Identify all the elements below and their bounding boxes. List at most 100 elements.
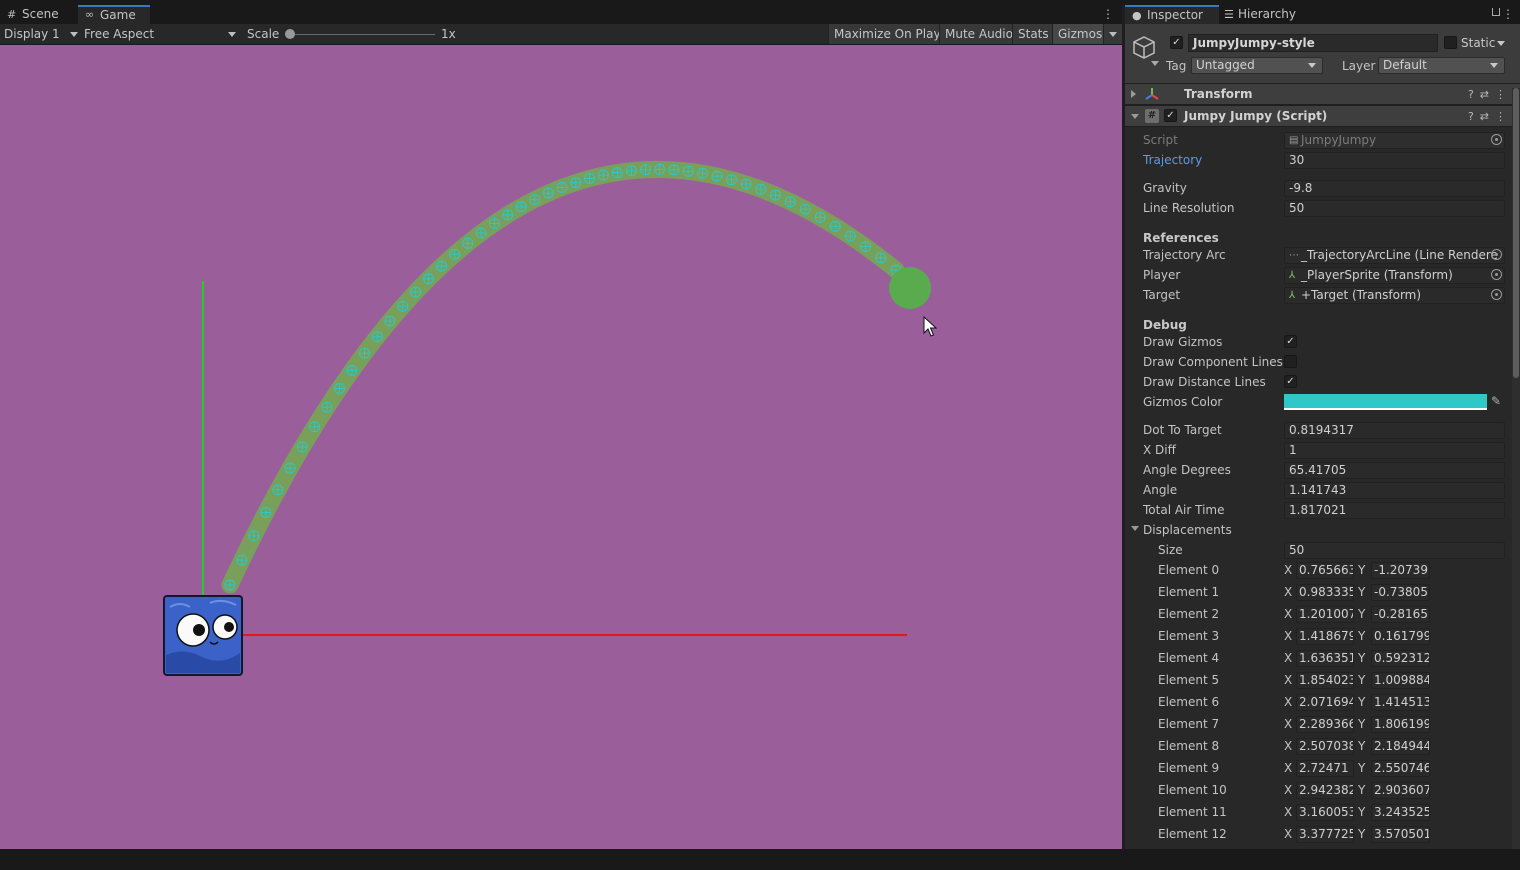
element-x[interactable]: X 1.636351	[1284, 650, 1354, 667]
displacements-foldout-icon[interactable]	[1131, 526, 1139, 531]
static-checkbox[interactable]	[1444, 36, 1457, 49]
element-x[interactable]: X 2.942382	[1284, 782, 1354, 799]
element-y-field[interactable]: -0.28165	[1371, 606, 1430, 623]
element-x-field[interactable]: 1.418679	[1296, 628, 1354, 645]
draw-gizmos-checkbox[interactable]: ✓	[1284, 335, 1297, 348]
element-x[interactable]: X 3.160053	[1284, 804, 1354, 821]
element-y-field[interactable]: 3.243525	[1371, 804, 1430, 821]
element-y[interactable]: Y 2.903607	[1358, 782, 1430, 799]
element-x[interactable]: X 2.507038	[1284, 738, 1354, 755]
object-active-checkbox[interactable]: ✓	[1170, 36, 1183, 49]
display-dropdown[interactable]: Display 1	[4, 24, 78, 44]
component-actions[interactable]: ?⇄⋮	[1468, 106, 1512, 127]
gravity-field[interactable]: -9.8	[1284, 180, 1505, 197]
element-y-field[interactable]: 1.806199	[1371, 716, 1430, 733]
draw-distance-lines-checkbox[interactable]: ✓	[1284, 375, 1297, 388]
layer-dropdown[interactable]: Default	[1378, 57, 1505, 74]
trajectory-field[interactable]: 30	[1284, 152, 1505, 169]
element-x-field[interactable]: 1.201007	[1296, 606, 1354, 623]
element-y[interactable]: Y 3.570501	[1358, 826, 1430, 843]
element-x-field[interactable]: 0.983335	[1296, 584, 1354, 601]
scrollbar-thumb[interactable]	[1513, 88, 1519, 378]
dot-to-target-field[interactable]: 0.8194317	[1284, 422, 1505, 439]
element-y[interactable]: Y 2.184944	[1358, 738, 1430, 755]
element-x-field[interactable]: 2.507038	[1296, 738, 1354, 755]
element-y-field[interactable]: 2.903607	[1371, 782, 1430, 799]
total-air-time-field[interactable]: 1.817021	[1284, 502, 1505, 519]
element-x-field[interactable]: 0.765663	[1296, 562, 1354, 579]
element-y-field[interactable]: 1.009884	[1371, 672, 1430, 689]
displacements-label[interactable]: Displacements	[1143, 520, 1232, 540]
element-y[interactable]: Y 1.009884	[1358, 672, 1430, 689]
transform-component-header[interactable]: Transform ?⇄⋮	[1125, 83, 1520, 105]
object-picker-icon[interactable]	[1491, 289, 1502, 300]
object-picker-icon[interactable]	[1491, 249, 1502, 260]
foldout-right-icon[interactable]	[1131, 90, 1136, 98]
angle-degrees-field[interactable]: 65.41705	[1284, 462, 1505, 479]
gizmos-button[interactable]: Gizmos	[1052, 24, 1103, 44]
element-x-field[interactable]: 3.160053	[1296, 804, 1354, 821]
element-y[interactable]: Y 3.243525	[1358, 804, 1430, 821]
tab-hierarchy[interactable]: ☰ Hierarchy	[1221, 5, 1321, 24]
eyedropper-icon[interactable]: ✎	[1491, 394, 1501, 408]
component-actions[interactable]: ?⇄⋮	[1468, 84, 1512, 105]
object-picker-icon[interactable]	[1491, 269, 1502, 280]
element-y[interactable]: Y 2.550746	[1358, 760, 1430, 777]
gizmos-dropdown[interactable]	[1103, 24, 1122, 44]
element-x[interactable]: X 1.418679	[1284, 628, 1354, 645]
angle-field[interactable]: 1.141743	[1284, 482, 1505, 499]
draw-component-lines-checkbox[interactable]	[1284, 355, 1297, 368]
element-y[interactable]: Y 0.161799	[1358, 628, 1430, 645]
x-diff-field[interactable]: 1	[1284, 442, 1505, 459]
trajectory-arc-field[interactable]: ⋯ _TrajectoryArcLine (Line Rendere	[1284, 247, 1505, 264]
element-x[interactable]: X 1.201007	[1284, 606, 1354, 623]
chevron-down-icon[interactable]	[1151, 61, 1159, 66]
scale-slider-handle[interactable]	[285, 29, 295, 39]
stats-button[interactable]: Stats	[1012, 24, 1054, 44]
foldout-down-icon[interactable]	[1131, 114, 1139, 119]
element-y[interactable]: Y 1.414513	[1358, 694, 1430, 711]
line-resolution-field[interactable]: 50	[1284, 200, 1505, 217]
target-field[interactable]: ⅄ +Target (Transform)	[1284, 287, 1505, 304]
element-x-field[interactable]: 1.854023	[1296, 672, 1354, 689]
element-y[interactable]: Y -0.28165	[1358, 606, 1430, 623]
player-field[interactable]: ⅄ _PlayerSprite (Transform)	[1284, 267, 1505, 284]
element-y-field[interactable]: 2.184944	[1371, 738, 1430, 755]
element-x[interactable]: X 3.377725	[1284, 826, 1354, 843]
element-y[interactable]: Y 0.592312	[1358, 650, 1430, 667]
tag-dropdown[interactable]: Untagged	[1191, 57, 1323, 74]
mute-audio-button[interactable]: Mute Audio	[939, 24, 1018, 44]
game-viewport[interactable]	[0, 45, 1122, 849]
gizmos-color-swatch[interactable]	[1284, 394, 1487, 410]
maximize-on-play-button[interactable]: Maximize On Play	[828, 24, 946, 44]
element-y-field[interactable]: 2.550746	[1371, 760, 1430, 777]
aspect-dropdown[interactable]: Free Aspect	[84, 24, 238, 44]
lock-icon[interactable]	[1492, 8, 1500, 16]
element-x[interactable]: X 2.071694	[1284, 694, 1354, 711]
tab-game[interactable]: ∞ Game	[78, 5, 150, 24]
inspector-scrollbar[interactable]	[1512, 88, 1520, 849]
element-x[interactable]: X 2.289366	[1284, 716, 1354, 733]
element-x-field[interactable]: 2.942382	[1296, 782, 1354, 799]
element-y-field[interactable]: 0.592312	[1371, 650, 1430, 667]
element-x[interactable]: X 0.983335	[1284, 584, 1354, 601]
element-y[interactable]: Y 1.806199	[1358, 716, 1430, 733]
element-x[interactable]: X 1.854023	[1284, 672, 1354, 689]
element-x-field[interactable]: 3.377725	[1296, 826, 1354, 843]
script-component-header[interactable]: # ✓ Jumpy Jumpy (Script) ?⇄⋮	[1125, 105, 1520, 127]
element-y-field[interactable]: 1.414513	[1371, 694, 1430, 711]
object-name-field[interactable]: JumpyJumpy-style	[1188, 34, 1438, 52]
element-y-field[interactable]: -0.73805	[1371, 584, 1430, 601]
element-y-field[interactable]: -1.20739	[1371, 562, 1430, 579]
element-x-field[interactable]: 2.72471	[1296, 760, 1354, 777]
tab-inspector[interactable]: ● Inspector	[1125, 5, 1219, 24]
element-y[interactable]: Y -0.73805	[1358, 584, 1430, 601]
element-x[interactable]: X 0.765663	[1284, 562, 1354, 579]
element-y[interactable]: Y -1.20739	[1358, 562, 1430, 579]
element-y-field[interactable]: 3.570501	[1371, 826, 1430, 843]
element-x[interactable]: X 2.72471	[1284, 760, 1354, 777]
tab-scene[interactable]: # Scene	[0, 5, 76, 24]
script-enabled-checkbox[interactable]: ✓	[1164, 109, 1177, 122]
displacements-size-field[interactable]: 50	[1284, 542, 1505, 559]
element-x-field[interactable]: 2.071694	[1296, 694, 1354, 711]
